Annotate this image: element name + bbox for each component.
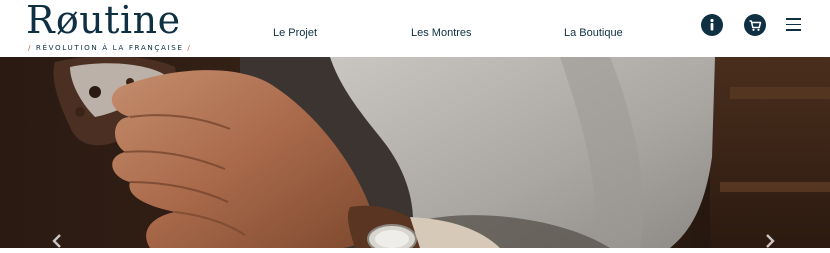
chevron-right-icon: [766, 234, 775, 248]
nav-les-montres[interactable]: Les Montres: [411, 27, 472, 39]
tagline-text: RÉVOLUTION À LA FRANÇAISE: [35, 43, 184, 52]
logo-tagline: / RÉVOLUTION À LA FRANÇAISE /: [28, 43, 191, 52]
logo-wordmark: Røutine: [26, 0, 181, 42]
cart-button[interactable]: [744, 14, 766, 36]
info-icon: [710, 18, 714, 31]
menu-button[interactable]: [786, 18, 801, 31]
site-header: Røutine / RÉVOLUTION À LA FRANÇAISE / Le…: [0, 0, 830, 57]
info-button[interactable]: [701, 14, 723, 36]
hero-photo-watch-wrist: [0, 57, 830, 248]
cart-icon: [749, 20, 762, 31]
nav-le-projet[interactable]: Le Projet: [273, 27, 317, 39]
chevron-left-icon: [52, 234, 61, 248]
carousel-prev-button[interactable]: [50, 233, 64, 248]
menu-icon: [786, 18, 801, 20]
tagline-slash-right: /: [187, 43, 192, 52]
tagline-slash-left: /: [28, 43, 33, 52]
brand-logo[interactable]: Røutine / RÉVOLUTION À LA FRANÇAISE /: [26, 0, 206, 57]
nav-la-boutique[interactable]: La Boutique: [564, 27, 623, 39]
menu-icon-line: [786, 23, 801, 26]
hero-image: [0, 57, 830, 248]
menu-icon-line: [786, 29, 801, 31]
carousel-next-button[interactable]: [763, 233, 777, 248]
